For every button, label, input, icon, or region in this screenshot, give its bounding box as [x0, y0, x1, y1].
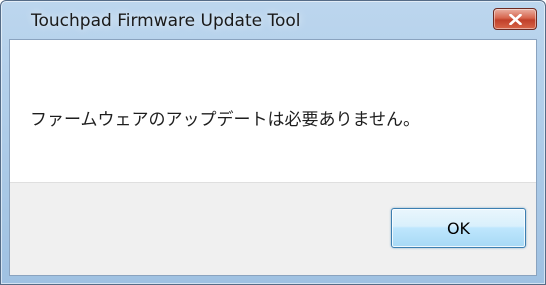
dialog-body: ファームウェアのアップデートは必要ありません。 OK: [9, 39, 537, 276]
ok-button[interactable]: OK: [391, 208, 526, 248]
dialog-window: Touchpad Firmware Update Tool ファームウェアのアッ…: [0, 0, 546, 285]
message-text: ファームウェアのアップデートは必要ありません。: [30, 110, 420, 130]
title-bar[interactable]: Touchpad Firmware Update Tool: [1, 1, 545, 39]
close-button[interactable]: [493, 8, 537, 30]
button-area: OK: [10, 182, 536, 275]
close-icon: [509, 14, 522, 25]
window-title: Touchpad Firmware Update Tool: [31, 11, 301, 31]
